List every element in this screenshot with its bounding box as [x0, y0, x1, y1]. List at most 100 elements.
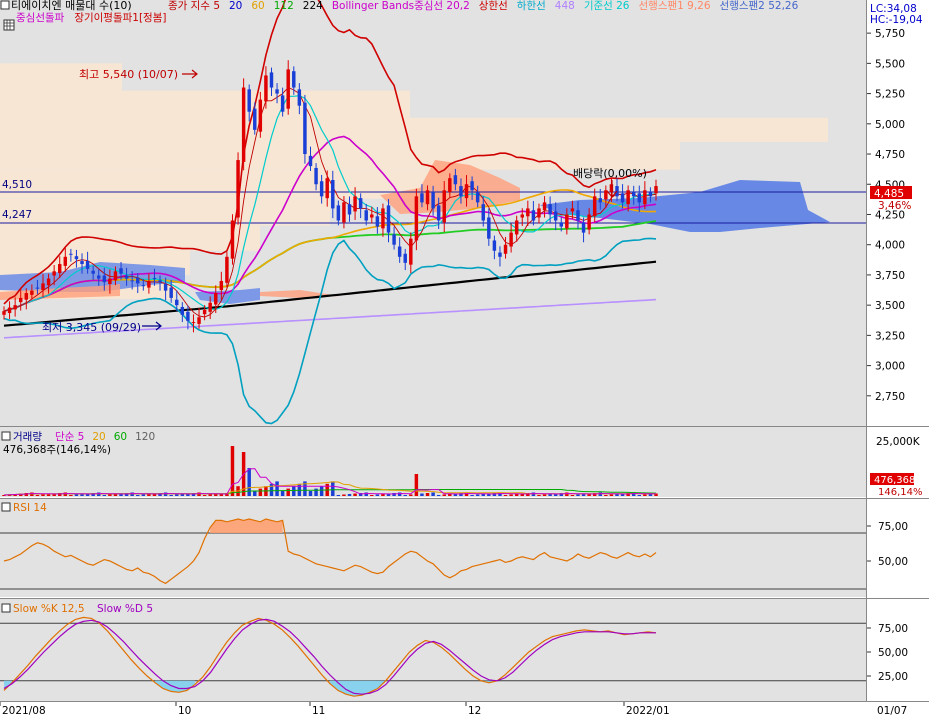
volume-bar — [319, 486, 324, 496]
signal-legend-item: 장기이평돌파1[정봄] — [74, 12, 166, 24]
candle-body — [470, 181, 474, 191]
volume-bar — [258, 488, 263, 496]
candle-body — [191, 322, 196, 324]
candle-body — [69, 253, 73, 255]
volume-bar — [637, 495, 642, 496]
legend-item: 448 — [555, 0, 575, 12]
volume-bar — [175, 494, 179, 496]
high-annotation: 최고 5,540 (10/07) — [79, 68, 178, 81]
grid-icon[interactable] — [3, 19, 15, 31]
candle-body — [63, 256, 68, 266]
candle-body — [347, 204, 352, 215]
price-axis-tick: 5,250 — [875, 89, 905, 101]
hline-4510-label: 4,510 — [2, 179, 32, 191]
candle-body — [481, 204, 485, 221]
candle-body — [74, 256, 79, 260]
volume-bar — [74, 494, 79, 496]
candle-body — [214, 293, 218, 305]
volume-axis-tick: 25,000K — [876, 436, 921, 448]
candle-body — [353, 196, 357, 212]
candle-body — [13, 305, 17, 310]
candle-body — [85, 261, 90, 269]
candle-body — [30, 290, 34, 295]
candle-body — [113, 271, 118, 281]
candle-body — [526, 208, 530, 217]
volume-bar — [370, 495, 374, 496]
candle-body — [492, 240, 497, 251]
volume-value-text: 476,368주(146,14%) — [3, 444, 111, 456]
candle-body — [52, 271, 56, 276]
candle-body — [230, 220, 235, 259]
date-axis-tick: 10 — [178, 705, 191, 717]
rsi-axis-tick: 75,00 — [878, 521, 908, 533]
candle-body — [136, 277, 140, 284]
volume-profile-band — [0, 198, 330, 226]
candle-body — [576, 210, 580, 221]
candle-body — [253, 108, 257, 130]
volume-bar — [604, 495, 608, 496]
price-axis-tick: 5,750 — [875, 28, 905, 40]
volume-bar — [470, 495, 474, 496]
candle-body — [163, 283, 168, 291]
volume-profile-band — [0, 117, 828, 142]
candle-body — [548, 204, 552, 215]
candle-body — [319, 181, 324, 197]
candle-body — [314, 167, 318, 185]
volume-bar — [442, 494, 446, 496]
volume-legend-item: 단순 5 — [55, 431, 84, 443]
candle-body — [431, 192, 435, 209]
legend-item: 20 — [229, 0, 242, 12]
candle-body — [364, 210, 368, 221]
candle-body — [414, 196, 419, 241]
rsi-panel-icon[interactable] — [1, 502, 11, 512]
stoch-axis-tick: 25,00 — [878, 671, 908, 683]
volume-bar — [141, 494, 146, 496]
candle-body — [587, 214, 591, 230]
volume-bar — [202, 495, 207, 496]
candle-body — [7, 307, 12, 314]
hc-value: HC:-19,04 — [870, 14, 923, 26]
candle-body — [292, 71, 296, 88]
candle-body — [581, 222, 586, 233]
date-axis-bg — [0, 701, 866, 718]
volume-profile-band — [0, 90, 410, 118]
candle-body — [331, 180, 335, 209]
candle-body — [303, 102, 307, 155]
volume-panel-icon[interactable] — [1, 431, 11, 441]
volume-bar — [102, 495, 107, 496]
stoch-panel-icon[interactable] — [1, 603, 11, 613]
indicator-legend: 종가 지수 5 20 60 112 224 Bollinger Bands중심선 20,2… — [168, 0, 799, 12]
candle-body — [280, 95, 285, 112]
window-icon[interactable] — [0, 0, 10, 10]
candle-body — [57, 264, 62, 274]
volume-bar — [269, 483, 274, 496]
legend-item: 112 — [274, 0, 294, 12]
candle-body — [448, 178, 452, 193]
candle-body — [637, 193, 642, 203]
candle-body — [152, 277, 157, 279]
price-axis-tick: 5,500 — [875, 58, 905, 70]
candle-body — [570, 208, 575, 212]
price-axis-tick: 5,000 — [875, 119, 905, 131]
candle-body — [381, 208, 385, 229]
candle-body — [375, 216, 380, 227]
volume-bar — [275, 481, 279, 496]
legend-item: 224 — [303, 0, 323, 12]
candle-body — [342, 202, 346, 223]
candle-body — [358, 198, 363, 209]
chart-title: 티에이치엔 매물대 수(10) — [11, 0, 132, 12]
candle-body — [102, 275, 107, 283]
candle-body — [559, 222, 563, 227]
volume-bar — [336, 495, 341, 496]
chart-canvas[interactable]: 75,00 50,00 75,00 50,00 25,00 5,750 5,500 5,2… — [0, 0, 929, 718]
volume-bar — [537, 495, 541, 496]
candle-body — [487, 217, 491, 239]
volume-bar — [347, 494, 352, 496]
volume-bar — [253, 491, 257, 496]
stoch-axis-tick: 75,00 — [878, 623, 908, 635]
legend-item: 60 — [251, 0, 264, 12]
candle-body — [169, 287, 173, 298]
date-axis-tick: 2022/01 — [626, 705, 670, 717]
rsi-panel-bg — [0, 499, 866, 597]
volume-bar — [35, 495, 40, 496]
